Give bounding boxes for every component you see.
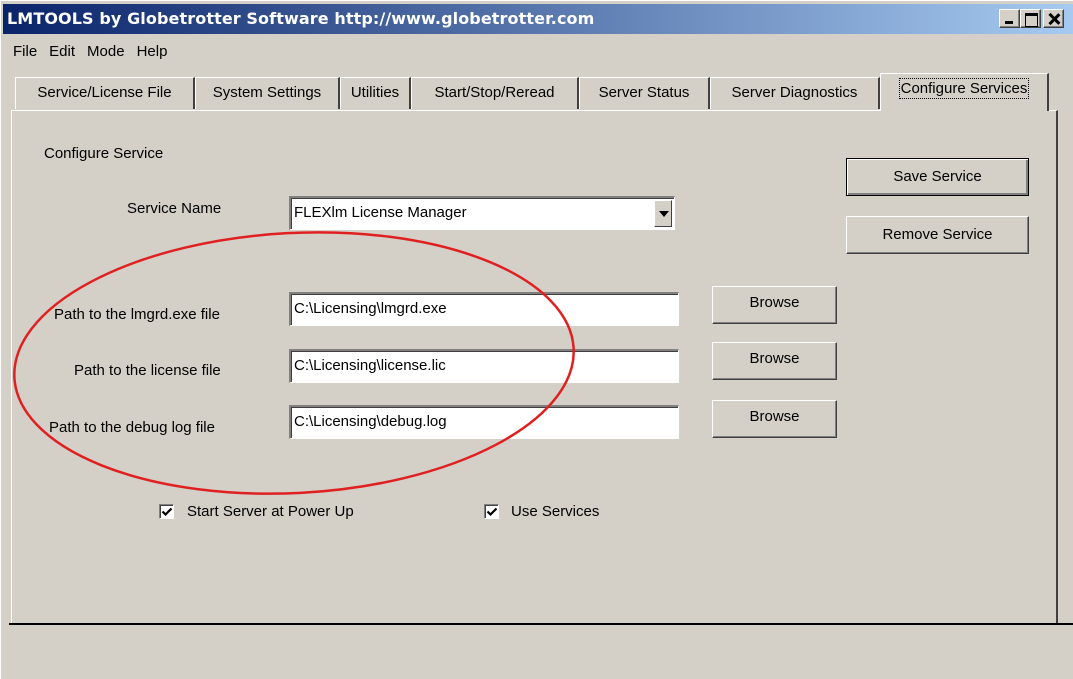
browse-license-button[interactable]: Browse bbox=[712, 342, 837, 380]
browse-lmgrd-button[interactable]: Browse bbox=[712, 286, 837, 324]
menu-help[interactable]: Help bbox=[131, 41, 174, 63]
menu-edit[interactable]: Edit bbox=[43, 41, 81, 63]
license-path-label: Path to the license file bbox=[74, 362, 221, 379]
status-separator bbox=[9, 623, 1073, 625]
menu-bar: File Edit Mode Help bbox=[7, 41, 173, 63]
configure-service-heading: Configure Service bbox=[44, 145, 164, 162]
maximize-icon[interactable] bbox=[1020, 9, 1041, 28]
tab-service-license-file[interactable]: Service/License File bbox=[15, 77, 195, 109]
minimize-icon[interactable] bbox=[999, 9, 1020, 28]
chevron-down-icon[interactable] bbox=[654, 200, 672, 227]
service-name-combobox[interactable]: FLEXlm License Manager bbox=[289, 196, 675, 230]
service-name-label: Service Name bbox=[127, 200, 222, 217]
window-title: LMTOOLS by Globetrotter Software http://… bbox=[7, 9, 595, 28]
start-at-powerup-checkbox[interactable] bbox=[159, 504, 174, 519]
tab-utilities[interactable]: Utilities bbox=[340, 77, 411, 109]
checkmark-icon bbox=[161, 507, 173, 517]
lmgrd-path-input[interactable]: C:\Licensing\lmgrd.exe bbox=[289, 292, 679, 326]
tab-start-stop-reread[interactable]: Start/Stop/Reread bbox=[411, 77, 579, 109]
debug-log-path-label: Path to the debug log file bbox=[49, 419, 215, 436]
lmgrd-path-label: Path to the lmgrd.exe file bbox=[54, 306, 220, 323]
tab-server-status[interactable]: Server Status bbox=[579, 77, 710, 109]
remove-service-button[interactable]: Remove Service bbox=[846, 216, 1029, 254]
lmtools-window: LMTOOLS by Globetrotter Software http://… bbox=[0, 0, 1073, 679]
start-at-powerup-label: Start Server at Power Up bbox=[187, 503, 354, 520]
menu-file[interactable]: File bbox=[7, 41, 43, 63]
save-service-button[interactable]: Save Service bbox=[846, 158, 1029, 196]
use-services-label: Use Services bbox=[511, 503, 600, 520]
license-path-input[interactable]: C:\Licensing\license.lic bbox=[289, 349, 679, 383]
menu-mode[interactable]: Mode bbox=[81, 41, 131, 63]
browse-debug-log-button[interactable]: Browse bbox=[712, 400, 837, 438]
checkmark-icon bbox=[486, 507, 498, 517]
tab-configure-services[interactable]: Configure Services bbox=[880, 73, 1049, 111]
close-icon[interactable] bbox=[1043, 9, 1064, 28]
service-name-value: FLEXlm License Manager bbox=[294, 204, 467, 221]
title-bar[interactable]: LMTOOLS by Globetrotter Software http://… bbox=[3, 4, 1073, 34]
tab-system-settings[interactable]: System Settings bbox=[195, 77, 340, 109]
use-services-checkbox[interactable] bbox=[484, 504, 499, 519]
tab-server-diagnostics[interactable]: Server Diagnostics bbox=[710, 77, 880, 109]
debug-log-path-input[interactable]: C:\Licensing\debug.log bbox=[289, 405, 679, 439]
